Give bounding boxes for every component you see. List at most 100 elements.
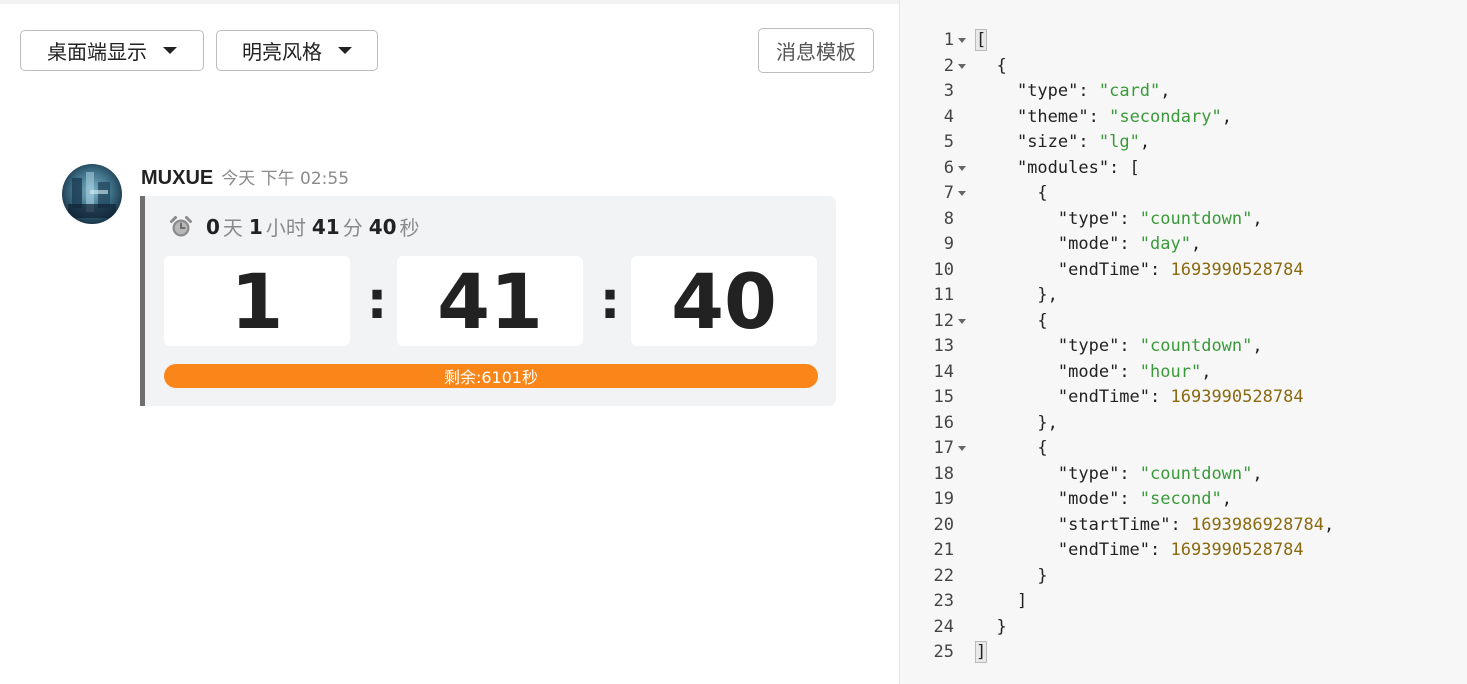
line-number: 16 bbox=[933, 412, 954, 433]
message-header: MUXUE 今天 下午 02:55 bbox=[141, 164, 349, 190]
code-line[interactable]: 13 "type": "countdown", bbox=[900, 334, 1467, 360]
code-line[interactable]: 16 }, bbox=[900, 411, 1467, 437]
code-line[interactable]: 11 }, bbox=[900, 283, 1467, 309]
code-text: { bbox=[976, 54, 1007, 80]
code-text: "type": "countdown", bbox=[1057, 208, 1263, 229]
code-line[interactable]: 24 } bbox=[900, 615, 1467, 641]
json-number-value: 1693990528784 bbox=[1170, 540, 1304, 560]
json-number-value: 1693990528784 bbox=[1170, 259, 1304, 280]
line-number: 19 bbox=[933, 489, 954, 509]
code-text: "startTime": 1693986928784, bbox=[1057, 514, 1335, 535]
code-line[interactable]: 14 "mode": "hour", bbox=[900, 360, 1467, 386]
fold-toggle-icon[interactable] bbox=[958, 191, 966, 196]
fold-toggle-icon[interactable] bbox=[958, 446, 966, 451]
code-token: ] bbox=[976, 591, 1028, 611]
line-number: 7 bbox=[943, 183, 954, 203]
code-line[interactable]: 5 "size": "lg", bbox=[900, 130, 1467, 156]
code-text: { bbox=[976, 309, 1048, 335]
theme-dropdown[interactable]: 明亮风格 bbox=[216, 30, 378, 71]
code-text: "mode": "day", bbox=[1057, 234, 1202, 254]
fold-toggle-icon[interactable] bbox=[958, 165, 966, 171]
hours-unit: 小时 bbox=[265, 216, 306, 240]
code-token: }, bbox=[976, 412, 1058, 433]
code-lines[interactable]: 1[2 {3 "type": "card", 4 "theme": "second… bbox=[900, 28, 1467, 666]
code-line[interactable]: 2 { bbox=[900, 54, 1467, 80]
code-text: "mode": "hour", bbox=[1057, 361, 1212, 382]
code-text: }, bbox=[976, 411, 1058, 437]
code-line[interactable]: 6 "modules": [ bbox=[900, 156, 1467, 182]
seconds-value: 40 bbox=[368, 214, 397, 239]
json-string-value: "countdown" bbox=[1139, 336, 1253, 356]
days-value: 0 bbox=[206, 214, 220, 239]
time-separator: : bbox=[366, 271, 388, 331]
json-key: "type" bbox=[1057, 336, 1120, 356]
code-line[interactable]: 15 "endTime": 1693990528784 bbox=[900, 385, 1467, 411]
code-line[interactable]: 9 "mode": "day", bbox=[900, 232, 1467, 258]
line-number: 6 bbox=[943, 157, 954, 178]
code-line[interactable]: 21 "endTime": 1693990528784 bbox=[900, 538, 1467, 564]
code-text: } bbox=[976, 564, 1048, 590]
json-key: "startTime" bbox=[1057, 514, 1171, 535]
sender-name[interactable]: MUXUE bbox=[141, 167, 213, 190]
code-token: { bbox=[976, 55, 1007, 76]
code-text: "endTime": 1693990528784 bbox=[1057, 387, 1304, 407]
code-line[interactable]: 1[ bbox=[900, 28, 1467, 54]
code-token: { bbox=[976, 183, 1048, 203]
fold-toggle-icon[interactable] bbox=[958, 318, 966, 324]
json-key: "endTime" bbox=[1057, 259, 1151, 280]
platform-dropdown[interactable]: 桌面端显示 bbox=[20, 30, 204, 71]
code-line[interactable]: 17 { bbox=[900, 436, 1467, 462]
code-line[interactable]: 8 "type": "countdown", bbox=[900, 207, 1467, 233]
avatar[interactable] bbox=[62, 164, 122, 224]
json-string-value: "day" bbox=[1139, 234, 1191, 254]
code-text: }, bbox=[976, 283, 1057, 309]
code-line[interactable]: 4 "theme": "secondary", bbox=[900, 105, 1467, 131]
progress-label: 剩余:6101秒 bbox=[443, 368, 539, 387]
code-line[interactable]: 23 ] bbox=[900, 589, 1467, 615]
message-template-button[interactable]: 消息模板 bbox=[758, 28, 874, 73]
code-text: "size": "lg", bbox=[1016, 132, 1151, 152]
line-number: 13 bbox=[933, 336, 954, 356]
code-text: [ bbox=[974, 28, 988, 54]
line-number: 3 bbox=[943, 81, 954, 101]
code-token: { bbox=[976, 438, 1048, 458]
code-text: "endTime": 1693990528784 bbox=[1057, 259, 1304, 280]
code-line[interactable]: 25] bbox=[900, 640, 1467, 666]
code-line[interactable]: 12 { bbox=[900, 309, 1467, 335]
json-key: "mode" bbox=[1057, 489, 1120, 509]
json-string-value: "countdown" bbox=[1139, 463, 1253, 484]
line-number: 25 bbox=[933, 642, 954, 662]
line-number: 24 bbox=[933, 616, 954, 637]
code-token: [ bbox=[974, 29, 988, 51]
fold-toggle-icon[interactable] bbox=[958, 38, 966, 43]
code-token: { bbox=[976, 310, 1048, 331]
code-line[interactable]: 18 "type": "countdown", bbox=[900, 462, 1467, 488]
code-token: ] bbox=[974, 641, 988, 663]
code-line[interactable]: 7 { bbox=[900, 181, 1467, 207]
line-number: 1 bbox=[943, 30, 954, 50]
json-string-value: "second" bbox=[1139, 489, 1222, 509]
message-time: 今天 下午 02:55 bbox=[221, 169, 350, 189]
json-key: "size" bbox=[1016, 132, 1079, 152]
hours-value: 1 bbox=[248, 214, 263, 239]
code-text: "theme": "secondary", bbox=[1016, 106, 1232, 127]
code-text: ] bbox=[974, 640, 988, 666]
code-line[interactable]: 20 "startTime": 1693986928784, bbox=[900, 513, 1467, 539]
code-text: "type": "countdown", bbox=[1057, 463, 1263, 484]
caret-down-icon bbox=[338, 47, 352, 54]
json-key: "type" bbox=[1057, 208, 1120, 229]
seconds-unit: 秒 bbox=[399, 216, 420, 240]
code-line[interactable]: 3 "type": "card", bbox=[900, 79, 1467, 105]
code-line[interactable]: 19 "mode": "second", bbox=[900, 487, 1467, 513]
code-token: "modules": [ bbox=[976, 157, 1140, 178]
json-key: "mode" bbox=[1057, 361, 1120, 382]
code-line[interactable]: 10 "endTime": 1693990528784 bbox=[900, 258, 1467, 284]
code-text: "modules": [ bbox=[976, 156, 1140, 182]
code-text: { bbox=[976, 181, 1048, 207]
fold-toggle-icon[interactable] bbox=[958, 63, 966, 69]
line-number: 11 bbox=[933, 285, 954, 305]
code-line[interactable]: 22 } bbox=[900, 564, 1467, 590]
code-token: } bbox=[976, 565, 1048, 586]
json-code-editor[interactable]: 1[2 {3 "type": "card", 4 "theme": "second… bbox=[899, 0, 1467, 684]
json-key: "endTime" bbox=[1057, 540, 1151, 560]
